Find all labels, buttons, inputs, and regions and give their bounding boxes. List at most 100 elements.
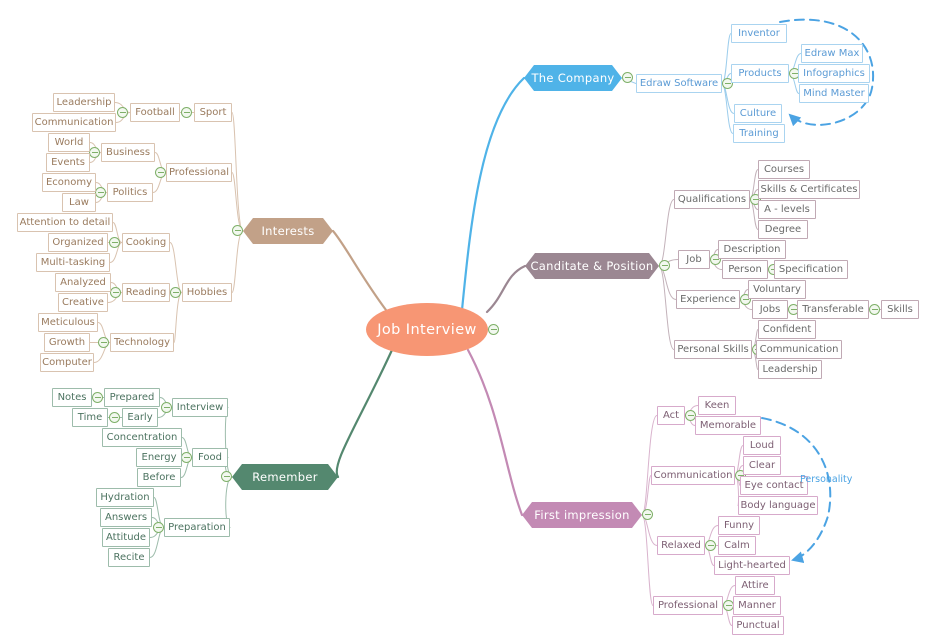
node-relaxed[interactable]: Relaxed <box>657 536 705 555</box>
node-loud[interactable]: Loud <box>743 436 781 455</box>
node-edraw-software[interactable]: Edraw Software <box>636 74 722 93</box>
node-preparation[interactable]: Preparation <box>164 518 230 537</box>
node-light-hearted[interactable]: Light-hearted <box>714 556 790 575</box>
collapse-toggle-football[interactable] <box>117 107 128 118</box>
node-reading[interactable]: Reading <box>122 283 170 302</box>
node-leadership-skill[interactable]: Leadership <box>758 360 822 379</box>
node-business[interactable]: Business <box>101 143 155 162</box>
node-economy[interactable]: Economy <box>42 173 96 192</box>
node-recite[interactable]: Recite <box>108 548 150 567</box>
node-professional-impression[interactable]: Professional <box>653 596 723 615</box>
node-organized[interactable]: Organized <box>48 233 108 252</box>
relationship-label-personality[interactable]: Personality <box>800 474 852 485</box>
node-calm[interactable]: Calm <box>718 536 756 555</box>
node-analyzed[interactable]: Analyzed <box>55 273 111 292</box>
node-manner[interactable]: Manner <box>733 596 781 615</box>
node-products[interactable]: Products <box>731 64 789 83</box>
node-cooking[interactable]: Cooking <box>122 233 170 252</box>
node-skills[interactable]: Skills <box>881 300 919 319</box>
collapse-toggle-early[interactable] <box>109 412 120 423</box>
node-law[interactable]: Law <box>62 193 96 212</box>
node-act[interactable]: Act <box>657 406 685 425</box>
collapse-toggle-food[interactable] <box>181 452 192 463</box>
node-experience[interactable]: Experience <box>676 290 740 309</box>
node-description[interactable]: Description <box>718 240 786 259</box>
node-communication-impression[interactable]: Communication <box>651 466 735 485</box>
collapse-toggle-the-company[interactable] <box>622 72 633 83</box>
node-professional-interest[interactable]: Professional <box>166 163 232 182</box>
node-personal-skills[interactable]: Personal Skills <box>674 340 752 359</box>
node-communication-skill[interactable]: Communication <box>756 340 842 359</box>
collapse-toggle-transferable[interactable] <box>869 304 880 315</box>
branch-remember[interactable]: Remember <box>232 464 338 490</box>
node-creative[interactable]: Creative <box>58 293 108 312</box>
node-meticulous[interactable]: Meticulous <box>38 313 98 332</box>
node-world[interactable]: World <box>48 133 90 152</box>
node-courses[interactable]: Courses <box>758 160 810 179</box>
node-training[interactable]: Training <box>733 124 785 143</box>
node-inventor[interactable]: Inventor <box>731 24 787 43</box>
node-multi-tasking[interactable]: Multi-tasking <box>36 253 110 272</box>
node-computer[interactable]: Computer <box>40 353 94 372</box>
collapse-toggle-prepared[interactable] <box>92 392 103 403</box>
node-technology[interactable]: Technology <box>110 333 174 352</box>
node-job[interactable]: Job <box>678 250 710 269</box>
node-politics[interactable]: Politics <box>107 183 153 202</box>
node-time[interactable]: Time <box>72 408 108 427</box>
collapse-toggle-preparation[interactable] <box>153 522 164 533</box>
node-infographics[interactable]: Infographics <box>798 64 870 83</box>
node-edraw-max[interactable]: Edraw Max <box>801 44 863 63</box>
branch-the-company[interactable]: The Company <box>524 65 622 91</box>
node-concentration[interactable]: Concentration <box>102 428 182 447</box>
node-funny[interactable]: Funny <box>718 516 760 535</box>
node-attitude[interactable]: Attitude <box>102 528 150 547</box>
branch-first-impression[interactable]: First impression <box>522 502 642 528</box>
collapse-toggle-interests[interactable] <box>232 225 243 236</box>
node-attention-to-detail[interactable]: Attention to detail <box>17 213 113 232</box>
collapse-toggle-reading[interactable] <box>110 287 121 298</box>
collapse-toggle-business[interactable] <box>89 147 100 158</box>
node-person[interactable]: Person <box>722 260 768 279</box>
collapse-toggle-cooking[interactable] <box>109 237 120 248</box>
node-attire[interactable]: Attire <box>735 576 775 595</box>
node-early[interactable]: Early <box>122 408 158 427</box>
node-confident[interactable]: Confident <box>758 320 816 339</box>
node-punctual[interactable]: Punctual <box>732 616 784 635</box>
node-hobbies[interactable]: Hobbies <box>182 283 232 302</box>
node-energy[interactable]: Energy <box>136 448 182 467</box>
node-before[interactable]: Before <box>137 468 181 487</box>
node-interview[interactable]: Interview <box>172 398 228 417</box>
node-body-language[interactable]: Body language <box>738 496 818 515</box>
node-prepared[interactable]: Prepared <box>104 388 160 407</box>
node-skills-certificates[interactable]: Skills & Certificates <box>758 180 860 199</box>
node-memorable[interactable]: Memorable <box>695 416 761 435</box>
collapse-toggle-professional-interest[interactable] <box>155 167 166 178</box>
node-jobs[interactable]: Jobs <box>752 300 788 319</box>
node-football[interactable]: Football <box>130 103 180 122</box>
node-culture[interactable]: Culture <box>734 104 782 123</box>
collapse-toggle-central[interactable] <box>488 324 499 335</box>
collapse-toggle-candidate-position[interactable] <box>659 260 670 271</box>
node-clear[interactable]: Clear <box>743 456 781 475</box>
node-transferable[interactable]: Transferable <box>797 300 869 319</box>
collapse-toggle-first-impression[interactable] <box>642 509 653 520</box>
node-notes[interactable]: Notes <box>52 388 92 407</box>
collapse-toggle-politics[interactable] <box>95 187 106 198</box>
collapse-toggle-interview[interactable] <box>161 402 172 413</box>
collapse-toggle-sport[interactable] <box>181 107 192 118</box>
central-topic[interactable]: Job Interview <box>366 303 488 356</box>
node-communication-interest[interactable]: Communication <box>32 113 116 132</box>
node-hydration[interactable]: Hydration <box>96 488 154 507</box>
node-events[interactable]: Events <box>46 153 90 172</box>
node-a-levels[interactable]: A - levels <box>758 200 816 219</box>
node-voluntary[interactable]: Voluntary <box>748 280 806 299</box>
node-eye-contact[interactable]: Eye contact <box>740 476 808 495</box>
node-qualifications[interactable]: Qualifications <box>674 190 750 209</box>
collapse-toggle-relaxed[interactable] <box>705 540 716 551</box>
collapse-toggle-technology[interactable] <box>98 337 109 348</box>
node-specification[interactable]: Specification <box>774 260 848 279</box>
collapse-toggle-remember[interactable] <box>221 471 232 482</box>
branch-candidate-position[interactable]: Canditate & Position <box>525 253 659 279</box>
node-mind-master[interactable]: Mind Master <box>799 84 869 103</box>
node-keen[interactable]: Keen <box>698 396 736 415</box>
